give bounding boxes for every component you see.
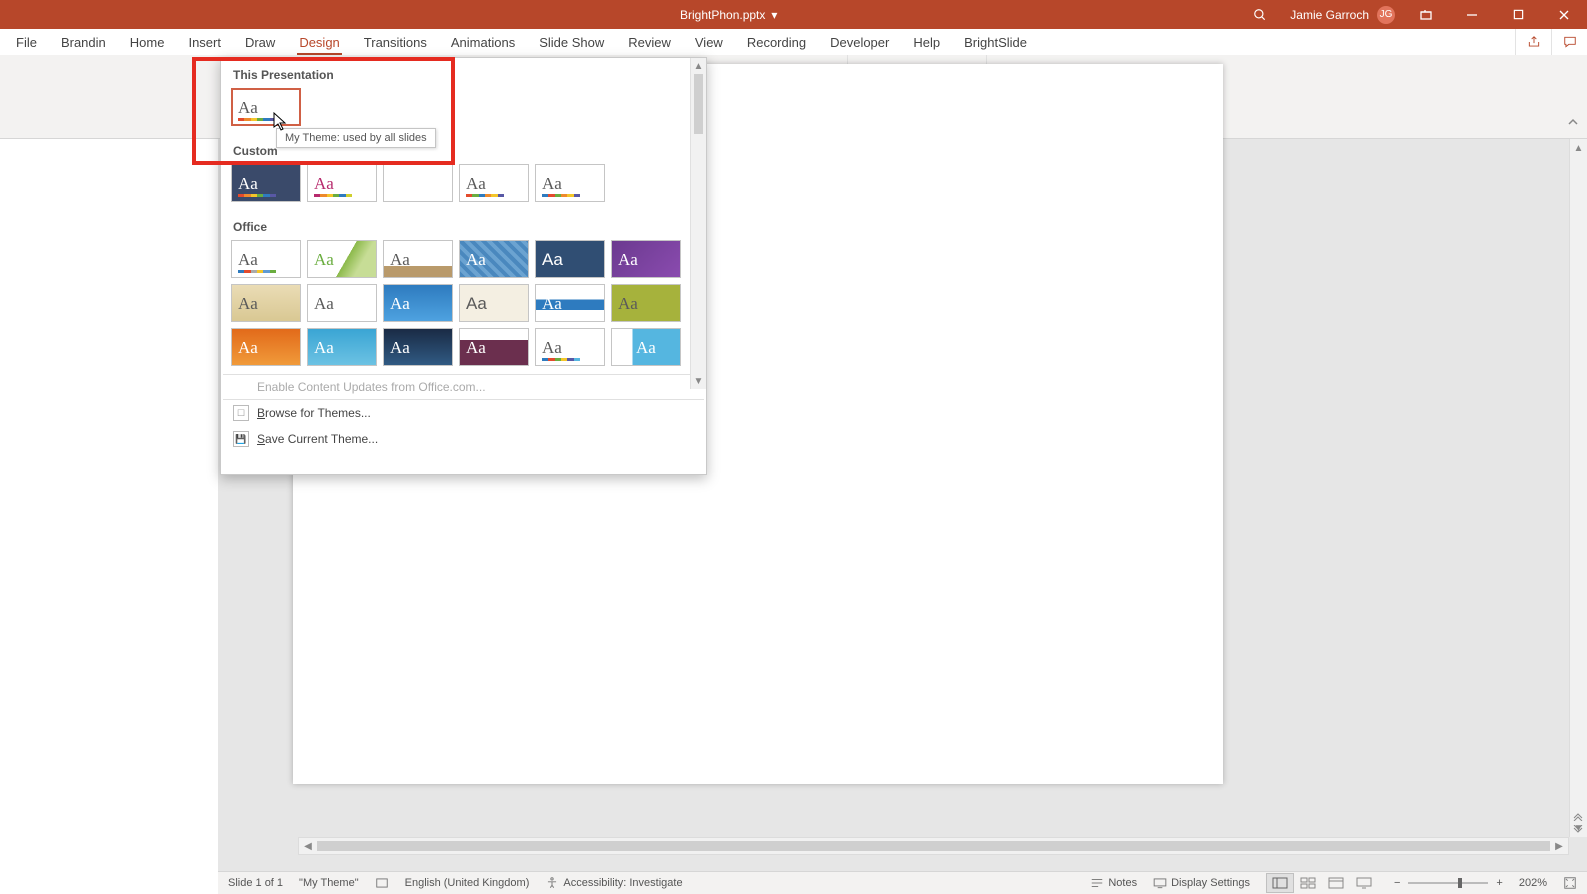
theme-thumb-office-6[interactable]: Aa xyxy=(611,240,681,278)
theme-thumb-office-5[interactable]: Aa xyxy=(535,240,605,278)
save-icon: 💾 xyxy=(233,431,249,447)
theme-thumb-office-17[interactable]: Aa xyxy=(535,328,605,366)
theme-thumb-office-11[interactable]: Aa xyxy=(535,284,605,322)
tab-animations[interactable]: Animations xyxy=(439,29,527,55)
status-bar: Slide 1 of 1 "My Theme" English (United … xyxy=(218,871,1587,894)
slide-counter[interactable]: Slide 1 of 1 xyxy=(228,877,283,889)
tab-developer[interactable]: Developer xyxy=(818,29,901,55)
theme-thumb-office-10[interactable]: Aa xyxy=(459,284,529,322)
next-slide-icon[interactable] xyxy=(1572,825,1584,835)
ribbon-display-options-button[interactable] xyxy=(1403,0,1449,29)
maximize-button[interactable] xyxy=(1495,0,1541,29)
theme-thumb-office-2[interactable]: Aa xyxy=(307,240,377,278)
theme-thumb-custom-2[interactable]: Aa xyxy=(307,164,377,202)
file-title: BrightPhon.pptx xyxy=(680,8,765,22)
horizontal-scrollbar[interactable]: ◀▶ xyxy=(298,837,1569,855)
left-pane-gutter xyxy=(0,55,218,894)
save-current-theme-item[interactable]: 💾 Save Current Theme... xyxy=(221,426,706,452)
tab-brightslide[interactable]: BrightSlide xyxy=(952,29,1039,55)
accessibility-icon xyxy=(545,876,559,890)
theme-thumb-office-7[interactable]: Aa xyxy=(231,284,301,322)
browse-label: rowse for Themes... xyxy=(265,406,371,420)
theme-thumb-office-3[interactable]: Aa xyxy=(383,240,453,278)
accessibility-status[interactable]: Accessibility: Investigate xyxy=(545,876,682,890)
vertical-scrollbar[interactable]: ▲ ▼ xyxy=(1569,139,1587,837)
theme-thumb-office-12[interactable]: Aa xyxy=(611,284,681,322)
tab-review[interactable]: Review xyxy=(616,29,683,55)
reading-view-button[interactable] xyxy=(1322,873,1350,893)
zoom-out-button[interactable]: − xyxy=(1394,877,1400,889)
section-this-presentation: This Presentation xyxy=(221,58,706,88)
account-label[interactable]: Jamie Garroch JG xyxy=(1290,6,1395,24)
zoom-in-button[interactable]: + xyxy=(1496,877,1502,889)
user-name: Jamie Garroch xyxy=(1290,8,1369,22)
theme-thumb-office-18[interactable]: Aa xyxy=(611,328,681,366)
slideshow-view-button[interactable] xyxy=(1350,873,1378,893)
themes-scrollbar[interactable]: ▲▼ xyxy=(690,58,706,389)
theme-thumb-current[interactable]: Aa xyxy=(231,88,301,126)
fit-to-window-button[interactable] xyxy=(1563,876,1577,890)
tab-home[interactable]: Home xyxy=(118,29,177,55)
theme-name-status: "My Theme" xyxy=(299,877,359,889)
tab-help[interactable]: Help xyxy=(901,29,952,55)
theme-thumb-office-1[interactable]: Aa xyxy=(231,240,301,278)
normal-view-button[interactable] xyxy=(1266,873,1294,893)
display-settings-button[interactable]: Display Settings xyxy=(1153,877,1250,889)
section-office: Office xyxy=(221,210,706,240)
window-title: BrightPhon.pptx ▾ xyxy=(680,8,777,22)
tab-design[interactable]: Design xyxy=(287,29,351,55)
ribbon-tabs: File Brandin Home Insert Draw Design Tra… xyxy=(0,29,1587,55)
prev-slide-icon[interactable] xyxy=(1572,811,1584,821)
tab-transitions[interactable]: Transitions xyxy=(352,29,439,55)
theme-thumb-office-16[interactable]: Aa xyxy=(459,328,529,366)
tab-insert[interactable]: Insert xyxy=(176,29,233,55)
theme-thumb-custom-5[interactable]: Aa xyxy=(535,164,605,202)
collapse-ribbon-button[interactable] xyxy=(1567,116,1579,134)
title-bar: BrightPhon.pptx ▾ Jamie Garroch JG xyxy=(0,0,1587,29)
browse-for-themes-item[interactable]: ☐ Browse for Themes... xyxy=(221,400,706,426)
theme-thumb-office-14[interactable]: Aa xyxy=(307,328,377,366)
theme-thumb-custom-1[interactable]: Aa xyxy=(231,164,301,202)
tab-slide-show[interactable]: Slide Show xyxy=(527,29,616,55)
comments-button[interactable] xyxy=(1551,29,1587,55)
slide-sorter-view-button[interactable] xyxy=(1294,873,1322,893)
tab-recording[interactable]: Recording xyxy=(735,29,818,55)
share-button[interactable] xyxy=(1515,29,1551,55)
view-mode-buttons xyxy=(1266,873,1378,893)
close-button[interactable] xyxy=(1541,0,1587,29)
theme-thumb-office-4[interactable]: Aa xyxy=(459,240,529,278)
display-settings-icon xyxy=(1153,877,1167,889)
notes-icon xyxy=(1090,877,1104,889)
tab-file[interactable]: File xyxy=(2,29,49,55)
minimize-button[interactable] xyxy=(1449,0,1495,29)
search-icon[interactable] xyxy=(1250,8,1270,22)
enable-content-updates-item: Enable Content Updates from Office.com..… xyxy=(221,375,706,399)
user-avatar: JG xyxy=(1377,6,1395,24)
theme-thumb-office-8[interactable]: Aa xyxy=(307,284,377,322)
spell-check-icon[interactable] xyxy=(375,876,389,890)
zoom-level[interactable]: 202% xyxy=(1519,877,1547,889)
title-dropdown-caret[interactable]: ▾ xyxy=(771,8,777,22)
theme-thumb-office-15[interactable]: Aa xyxy=(383,328,453,366)
browse-icon: ☐ xyxy=(233,405,249,421)
themes-gallery-dropdown: ▲▼ This Presentation Aa Custom Aa Aa Aa … xyxy=(220,57,707,475)
notes-button[interactable]: Notes xyxy=(1090,877,1137,889)
zoom-slider[interactable]: − + xyxy=(1394,877,1503,889)
theme-tooltip: My Theme: used by all slides xyxy=(276,128,436,148)
language-status[interactable]: English (United Kingdom) xyxy=(405,877,530,889)
theme-thumb-office-9[interactable]: Aa xyxy=(383,284,453,322)
tab-brandin[interactable]: Brandin xyxy=(49,29,118,55)
theme-thumb-custom-3[interactable] xyxy=(383,164,453,202)
tab-view[interactable]: View xyxy=(683,29,735,55)
theme-thumb-custom-4[interactable]: Aa xyxy=(459,164,529,202)
view-mini-buttons xyxy=(1572,811,1584,835)
mouse-cursor-icon xyxy=(273,112,289,137)
theme-thumb-office-13[interactable]: Aa xyxy=(231,328,301,366)
tab-draw[interactable]: Draw xyxy=(233,29,287,55)
save-label: ave Current Theme... xyxy=(265,432,378,446)
